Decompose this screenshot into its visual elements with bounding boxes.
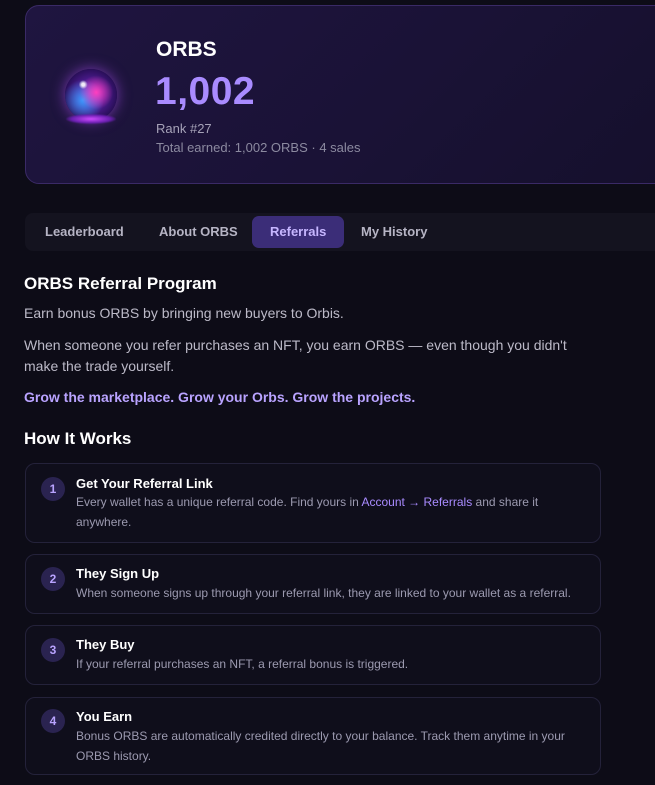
tab-leaderboard[interactable]: Leaderboard [27,216,142,248]
step-card: 3 They Buy If your referral purchases an… [25,625,601,685]
step-number-badge: 2 [41,567,65,591]
account-referrals-link[interactable]: Account → Referrals [361,495,472,509]
step-number-badge: 1 [41,477,65,501]
step-title: You Earn [76,709,133,724]
page-title: ORBS Referral Program [24,274,217,293]
step-description: When someone signs up through your refer… [76,586,571,600]
step-title: Get Your Referral Link [76,476,213,491]
orbs-title: ORBS [156,38,217,61]
step-description: Bonus ORBS are automatically credited di… [76,729,565,763]
tagline: Grow the marketplace. Grow your Orbs. Gr… [24,389,416,405]
orbs-summary-card: ORBS 1,002 Rank #27 Total earned: 1,002 … [25,5,655,184]
tab-bar: Leaderboard About ORBS Referrals My Hist… [25,213,655,251]
tab-referrals[interactable]: Referrals [252,216,345,248]
description-text: When someone you refer purchases an NFT,… [24,337,567,374]
step-description: If your referral purchases an NFT, a ref… [76,657,409,671]
step-card: 2 They Sign Up When someone signs up thr… [25,554,601,614]
how-it-works-heading: How It Works [24,429,132,448]
intro-text: Earn bonus ORBS by bringing new buyers t… [24,305,344,321]
orbs-balance: 1,002 [155,70,256,113]
step-title: They Buy [76,637,135,652]
step-number-badge: 4 [41,709,65,733]
step-card: 1 Get Your Referral Link Every wallet ha… [25,463,601,543]
tab-my-history[interactable]: My History [343,216,445,248]
step-number-badge: 3 [41,638,65,662]
rank-label: Rank #27 [156,121,212,136]
step-description: Every wallet has a unique referral code.… [76,495,539,529]
step-title: They Sign Up [76,566,160,581]
step-card: 4 You Earn Bonus ORBS are automatically … [25,697,601,775]
orb-glow-base [66,114,116,124]
tab-about-orbs[interactable]: About ORBS [141,216,256,248]
total-earned-label: Total earned: 1,002 ORBS · 4 sales [156,140,361,155]
